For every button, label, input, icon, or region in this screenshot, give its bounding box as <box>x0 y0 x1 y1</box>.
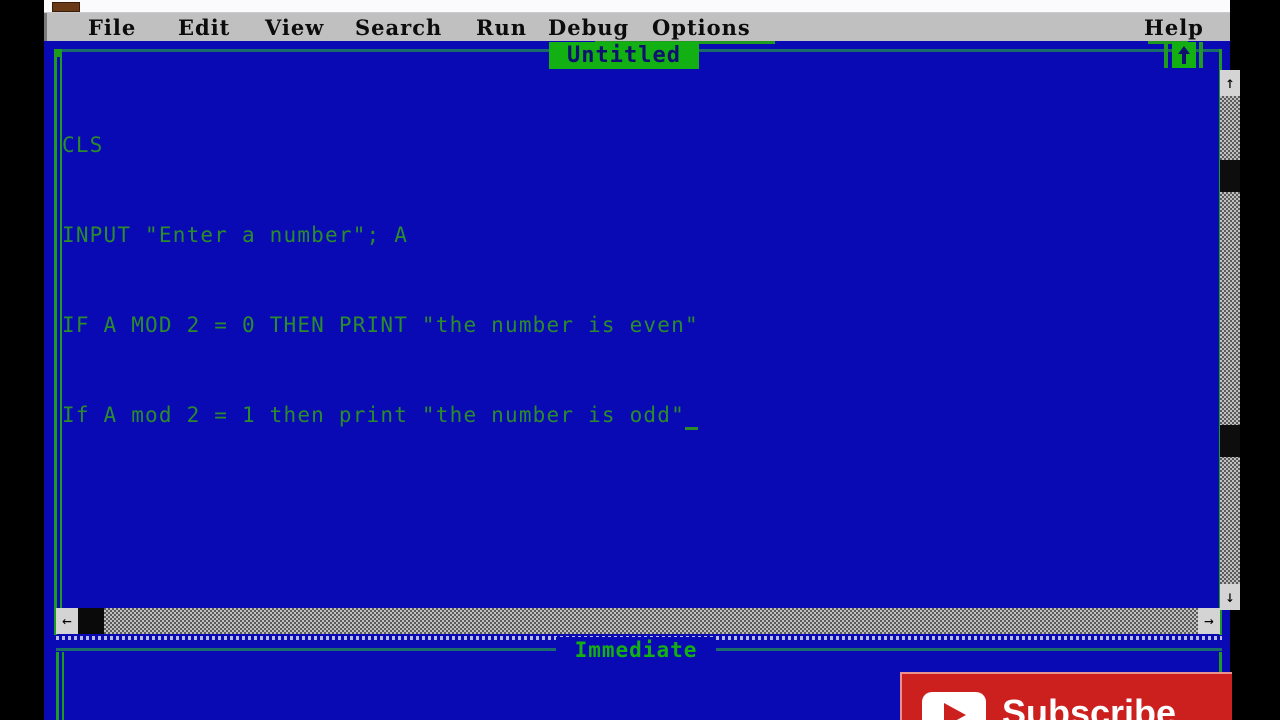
code-window-left-border <box>54 49 57 635</box>
maximize-button-right-rail <box>1199 42 1203 68</box>
maximize-arrow-icon[interactable] <box>1172 42 1196 68</box>
code-line-3: IF A MOD 2 = 0 THEN PRINT "the number is… <box>62 313 699 337</box>
menu-bar: File Edit View Search Run Debug Options … <box>44 13 1230 41</box>
code-line-4: If A mod 2 = 1 then print "the number is… <box>62 400 1210 430</box>
horizontal-scrollbar-track[interactable] <box>56 608 1220 634</box>
menu-item-debug[interactable]: Debug <box>548 16 629 40</box>
vertical-scrollbar-track[interactable] <box>1220 70 1240 610</box>
scroll-down-arrow-icon[interactable]: ↓ <box>1220 584 1240 610</box>
menu-bar-edge <box>44 13 47 41</box>
text-cursor <box>684 407 698 430</box>
code-editor-area[interactable]: CLS INPUT "Enter a number"; A IF A MOD 2… <box>62 70 1210 610</box>
window-chrome-marker <box>52 2 80 12</box>
subscribe-label: Subscribe <box>1002 692 1177 720</box>
scroll-up-arrow-icon[interactable]: ↑ <box>1220 70 1240 96</box>
immediate-pane-left-inner-border <box>62 652 64 720</box>
code-line-1: CLS <box>62 133 104 157</box>
maximize-button-left-rail <box>1164 42 1168 68</box>
menu-item-run[interactable]: Run <box>476 16 527 40</box>
code-window-title: Untitled <box>549 42 699 69</box>
immediate-pane-left-border <box>56 652 59 720</box>
menu-item-file[interactable]: File <box>88 16 136 40</box>
vertical-scrollbar-thumb[interactable] <box>1220 160 1240 192</box>
youtube-play-icon <box>922 692 986 720</box>
code-line-4-text: If A mod 2 = 1 then print "the number is… <box>62 403 685 427</box>
menu-item-view[interactable]: View <box>265 16 324 40</box>
scroll-right-arrow-icon[interactable]: → <box>1198 608 1220 634</box>
immediate-pane-title: Immediate <box>556 637 716 663</box>
qbasic-screen: File Edit View Search Run Debug Options … <box>0 0 1280 720</box>
menu-item-search[interactable]: Search <box>355 16 442 40</box>
horizontal-scrollbar-thumb[interactable] <box>78 608 104 634</box>
vertical-scrollbar-thumb-secondary[interactable] <box>1220 425 1240 457</box>
subscribe-overlay[interactable]: Subscribe <box>900 672 1232 720</box>
code-line-2: INPUT "Enter a number"; A <box>62 223 409 247</box>
scroll-left-arrow-icon[interactable]: ← <box>56 608 78 634</box>
screen-left-letterbox <box>0 0 44 720</box>
menu-item-options[interactable]: Options <box>652 16 751 40</box>
menu-item-help[interactable]: Help <box>1144 16 1204 40</box>
window-chrome-strip <box>44 0 1230 12</box>
code-window-corner <box>54 49 62 57</box>
menu-item-edit[interactable]: Edit <box>178 16 230 40</box>
